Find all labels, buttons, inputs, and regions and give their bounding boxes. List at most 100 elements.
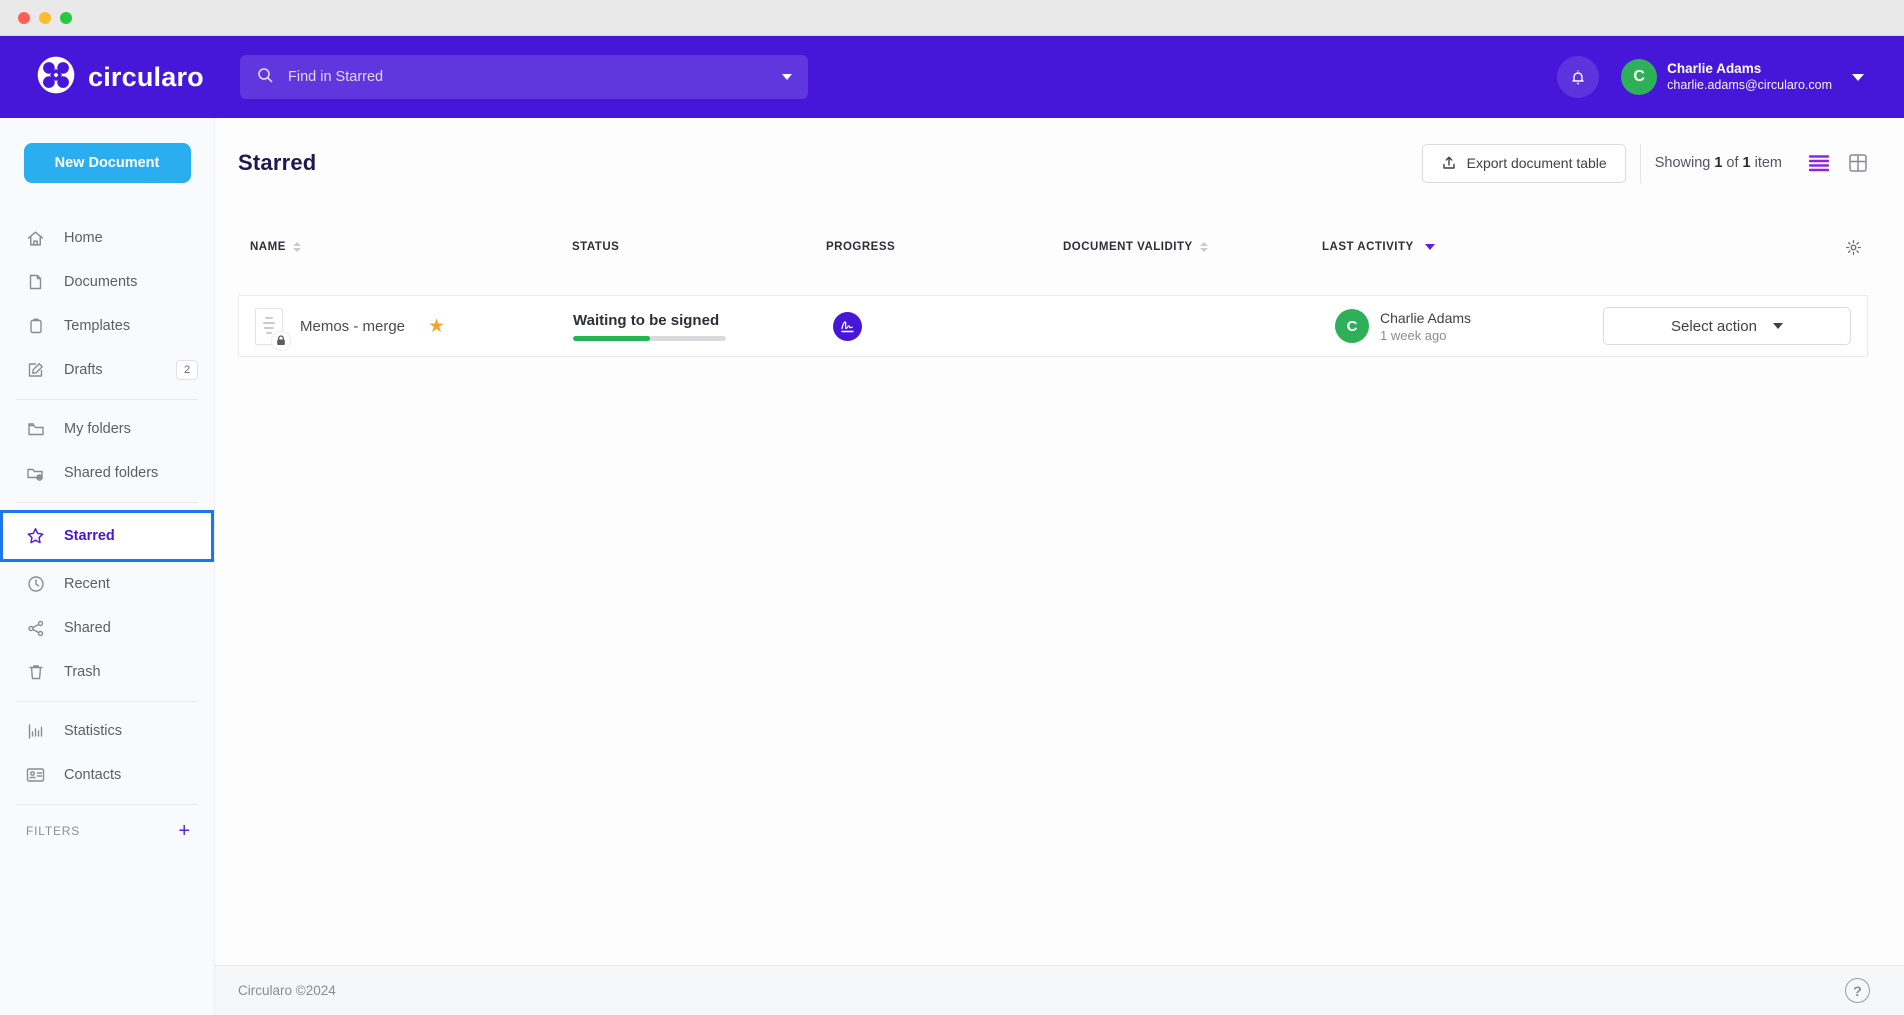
table-row[interactable]: Memos - merge ★ Waiting to be signed [238, 295, 1868, 357]
lock-icon [272, 332, 290, 350]
sidebar-item-documents[interactable]: Documents [0, 260, 214, 304]
main-content: Starred Export document table Showing 1 … [215, 118, 1904, 1015]
brand-name: circularo [88, 62, 204, 93]
last-activity-cell: C Charlie Adams 1 week ago [1323, 309, 1603, 343]
close-window-button[interactable] [18, 12, 30, 24]
sidebar-item-statistics[interactable]: Statistics [0, 709, 214, 753]
circularo-logo-icon [36, 55, 76, 100]
chevron-down-icon [1773, 323, 1783, 329]
user-avatar: C [1621, 59, 1657, 95]
trash-icon [26, 663, 45, 681]
page-title: Starred [238, 150, 316, 176]
bell-icon [1568, 67, 1588, 87]
showing-count-text: Showing 1 of 1 item [1655, 155, 1786, 171]
window-titlebar [0, 0, 1904, 36]
new-document-button[interactable]: New Document [24, 143, 191, 183]
sidebar-item-home[interactable]: Home [0, 216, 214, 260]
table-header: NAME STATUS PROGRESS DOCUMENT VALIDITY L… [238, 229, 1868, 265]
sidebar-divider [16, 399, 197, 400]
sidebar-item-trash[interactable]: Trash [0, 650, 214, 694]
sidebar-item-label: Recent [64, 576, 110, 592]
sidebar-item-my-folders[interactable]: My folders [0, 407, 214, 451]
sort-icon[interactable] [1200, 242, 1208, 252]
sidebar-item-shared-folders[interactable]: Shared folders [0, 451, 214, 495]
folder-icon [26, 421, 45, 437]
list-view-icon [1808, 154, 1830, 172]
contacts-icon [26, 767, 45, 783]
sort-icon[interactable] [293, 242, 301, 252]
signature-step-button[interactable] [833, 312, 862, 341]
grid-view-toggle[interactable] [1848, 153, 1868, 173]
grid-view-icon [1848, 153, 1868, 173]
draft-edit-icon [26, 361, 45, 379]
list-view-toggle[interactable] [1808, 154, 1830, 172]
toolbar-divider [1640, 144, 1641, 183]
notifications-button[interactable] [1557, 56, 1599, 98]
sidebar-item-label: Shared [64, 620, 111, 636]
clipboard-icon [26, 317, 45, 335]
document-icon [26, 273, 45, 291]
search-bar[interactable] [240, 55, 808, 99]
sidebar-item-recent[interactable]: Recent [0, 562, 214, 606]
sidebar-item-contacts[interactable]: Contacts [0, 753, 214, 797]
search-icon [256, 66, 274, 89]
status-text: Waiting to be signed [573, 312, 827, 329]
drafts-count-badge: 2 [176, 360, 198, 380]
maximize-window-button[interactable] [60, 12, 72, 24]
sidebar-item-drafts[interactable]: Drafts 2 [0, 348, 214, 392]
sidebar-item-label: Templates [64, 318, 130, 334]
select-action-button[interactable]: Select action [1603, 307, 1851, 345]
home-icon [26, 229, 45, 248]
sidebar-item-label: Shared folders [64, 465, 158, 481]
minimize-window-button[interactable] [39, 12, 51, 24]
signature-icon [839, 319, 856, 334]
sidebar-divider [16, 701, 197, 702]
upload-icon [1441, 155, 1457, 171]
activity-user-name: Charlie Adams [1380, 309, 1471, 328]
search-scope-chevron-down-icon[interactable] [782, 74, 792, 80]
sidebar-item-shared[interactable]: Shared [0, 606, 214, 650]
sidebar-item-starred[interactable]: Starred [0, 510, 214, 562]
sidebar-item-templates[interactable]: Templates [0, 304, 214, 348]
sidebar-divider [16, 804, 197, 805]
user-menu-chevron-down-icon [1852, 74, 1864, 81]
clock-icon [26, 575, 45, 593]
starred-star-icon[interactable]: ★ [428, 315, 445, 338]
sidebar-item-label: Starred [64, 528, 115, 544]
share-icon [26, 620, 45, 637]
export-document-table-button[interactable]: Export document table [1422, 144, 1626, 183]
sidebar-item-label: Documents [64, 274, 137, 290]
sidebar-item-label: Trash [64, 664, 101, 680]
sidebar-item-label: Contacts [64, 767, 121, 783]
footer: Circularo ©2024 ? [215, 965, 1904, 1015]
gear-icon [1845, 239, 1862, 256]
filters-section-label: FILTERS [26, 824, 80, 838]
add-filter-button[interactable]: + [178, 821, 190, 841]
shared-folder-icon [26, 465, 45, 482]
copyright-text: Circularo ©2024 [238, 983, 336, 998]
sort-descending-icon[interactable] [1425, 244, 1435, 250]
column-header-document-validity[interactable]: DOCUMENT VALIDITY [1063, 241, 1322, 253]
brand-logo[interactable]: circularo [36, 55, 240, 100]
column-header-name[interactable]: NAME [238, 241, 565, 253]
sidebar-divider [16, 502, 197, 503]
search-input[interactable] [288, 69, 768, 85]
sidebar-item-label: Drafts [64, 362, 103, 378]
user-email: charlie.adams@circularo.com [1667, 78, 1832, 94]
sidebar-item-label: My folders [64, 421, 131, 437]
sidebar-item-label: Home [64, 230, 103, 246]
column-header-progress[interactable]: PROGRESS [826, 241, 1063, 253]
table-settings-button[interactable] [1845, 239, 1862, 256]
document-locked-icon [255, 308, 283, 345]
column-header-last-activity[interactable]: LAST ACTIVITY [1322, 241, 1620, 253]
app-header: circularo C Charlie Adams charlie.adams@… [0, 36, 1904, 118]
activity-avatar: C [1335, 309, 1369, 343]
activity-timestamp: 1 week ago [1380, 328, 1471, 343]
user-menu[interactable]: C Charlie Adams charlie.adams@circularo.… [1621, 59, 1864, 95]
document-name[interactable]: Memos - merge [300, 318, 405, 335]
help-button[interactable]: ? [1845, 978, 1870, 1003]
column-header-status[interactable]: STATUS [565, 241, 826, 253]
bar-chart-icon [26, 723, 45, 740]
sidebar-item-label: Statistics [64, 723, 122, 739]
sidebar: New Document Home Documents [0, 118, 215, 1015]
